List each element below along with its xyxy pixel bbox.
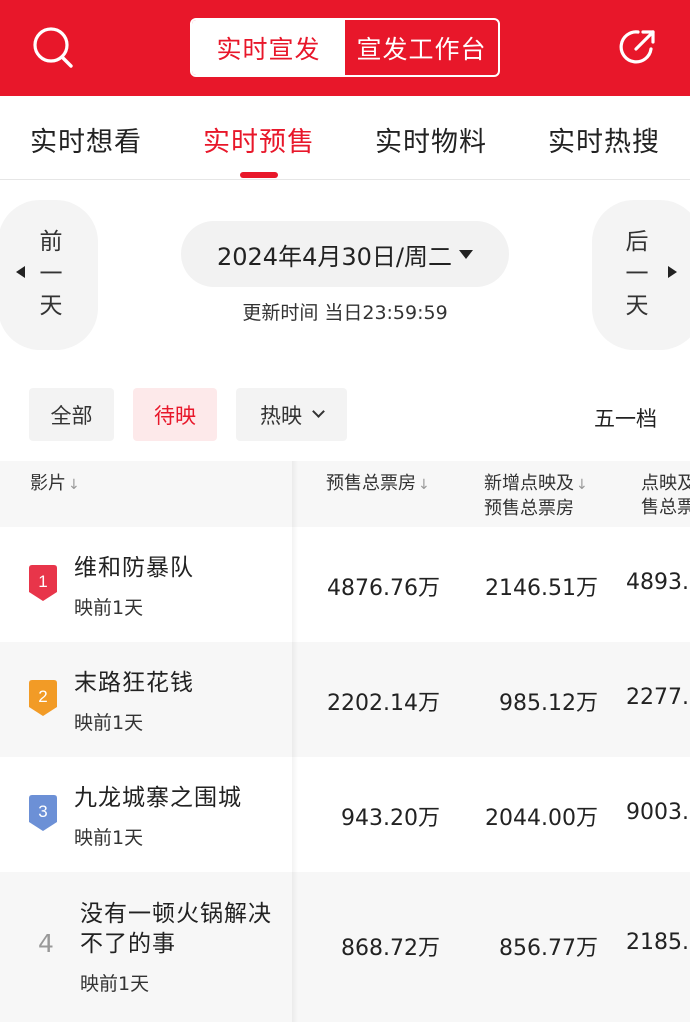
presale-value: 4876.76万 [327,576,440,601]
film-status: 映前1天 [74,712,144,734]
prev-day-button[interactable]: 前一天 [0,200,98,350]
col-film-label: 影片 [30,473,66,494]
filter-all-label: 全部 [50,403,93,428]
sort-icon: ↓ [418,477,430,493]
table-row[interactable]: 2 末路狂花钱 映前1天 2202.14万 985.12万 2277.4 [0,642,690,757]
filter-showing-label: 热映 [260,403,302,428]
top-header: 实时宣发 宣发工作台 [0,0,690,96]
sort-icon: ↓ [576,477,588,493]
film-title-line2: 不了的事 [80,931,176,957]
svg-text:2: 2 [38,687,47,706]
film-status: 映前1天 [80,973,150,995]
col-new-label-line1: 新增点映及 [484,473,574,494]
active-tab-indicator [240,172,278,178]
col-presale-label: 预售总票房 [326,473,416,494]
new-presale-value: 856.77万 [499,936,598,961]
film-title: 末路狂花钱 [74,670,194,696]
filter-pending[interactable]: 待映 [133,388,217,441]
presale-value: 868.72万 [341,936,440,961]
arrow-left-icon [16,266,25,278]
search-icon[interactable] [30,24,76,70]
chevron-down-icon [312,405,325,418]
col-total-label-line2: 售总票 [641,497,690,518]
filter-showing[interactable]: 热映 [236,388,347,441]
arrow-right-icon [668,266,677,278]
presale-value: 943.20万 [341,806,440,831]
film-title-line1: 没有一顿火锅解决 [80,901,272,927]
tab-hot-search[interactable]: 实时热搜 [548,120,660,159]
tab-materials[interactable]: 实时物料 [375,120,487,159]
col-total-label-line1: 点映及 [641,473,690,494]
col-film-header[interactable]: 影片 ↓ [30,472,80,497]
col-new-header[interactable]: 新增点映及 ↓ 预售总票房 [484,472,588,521]
share-icon[interactable] [615,24,661,70]
filter-all[interactable]: 全部 [29,388,114,441]
table-header: 影片 ↓ 预售总票房 ↓ 新增点映及 ↓ 预售总票房 点映及 售总票 [0,461,690,527]
date-label: 2024年4月30日/周二 [217,242,452,271]
total-value: 9003.5 [626,800,690,825]
svg-text:1: 1 [38,572,47,591]
rank-badge-1-icon: 1 [29,565,57,601]
presale-value: 2202.14万 [327,691,440,716]
svg-text:3: 3 [38,802,47,821]
update-time: 更新时间 当日23:59:59 [242,302,448,324]
col-total-header[interactable]: 点映及 售总票 [641,472,690,520]
tab-bar: 实时想看 实时预售 实时物料 实时热搜 [0,96,690,180]
sticky-column-shadow [292,461,298,1022]
caret-down-icon [458,249,473,259]
rank-badge-2-icon: 2 [29,680,57,716]
rank-number: 4 [38,929,54,958]
rank-badge-3-icon: 3 [29,795,57,831]
season-label[interactable]: 五一档 [594,403,657,433]
total-value: 4893.6 [626,570,690,595]
mode-switch: 实时宣发 宣发工作台 [190,18,500,77]
film-status: 映前1天 [74,827,144,849]
table-row[interactable]: 3 九龙城寨之围城 映前1天 943.20万 2044.00万 9003.5 [0,757,690,872]
film-title: 九龙城寨之围城 [74,785,242,811]
filter-pending-label: 待映 [154,403,196,428]
new-presale-value: 2044.00万 [485,806,598,831]
total-value: 2277.4 [626,685,690,710]
table-row[interactable]: 4 没有一顿火锅解决 不了的事 映前1天 868.72万 856.77万 218… [0,872,690,1022]
total-value: 2185.2 [626,930,690,955]
new-presale-value: 985.12万 [499,691,598,716]
new-presale-value: 2146.51万 [485,576,598,601]
table-row[interactable]: 1 维和防暴队 映前1天 4876.76万 2146.51万 4893.6 [0,527,690,642]
seg-promotion-workbench[interactable]: 宣发工作台 [345,20,498,75]
film-status: 映前1天 [74,597,144,619]
sort-icon: ↓ [68,477,80,493]
film-title: 维和防暴队 [74,555,194,581]
seg-live-promotion[interactable]: 实时宣发 [192,20,345,75]
col-presale-header[interactable]: 预售总票房 ↓ [326,472,430,497]
tab-want-to-see[interactable]: 实时想看 [30,120,142,159]
tab-presale[interactable]: 实时预售 [203,120,315,159]
date-picker[interactable]: 2024年4月30日/周二 [181,221,509,287]
col-new-label-line2: 预售总票房 [484,498,574,519]
